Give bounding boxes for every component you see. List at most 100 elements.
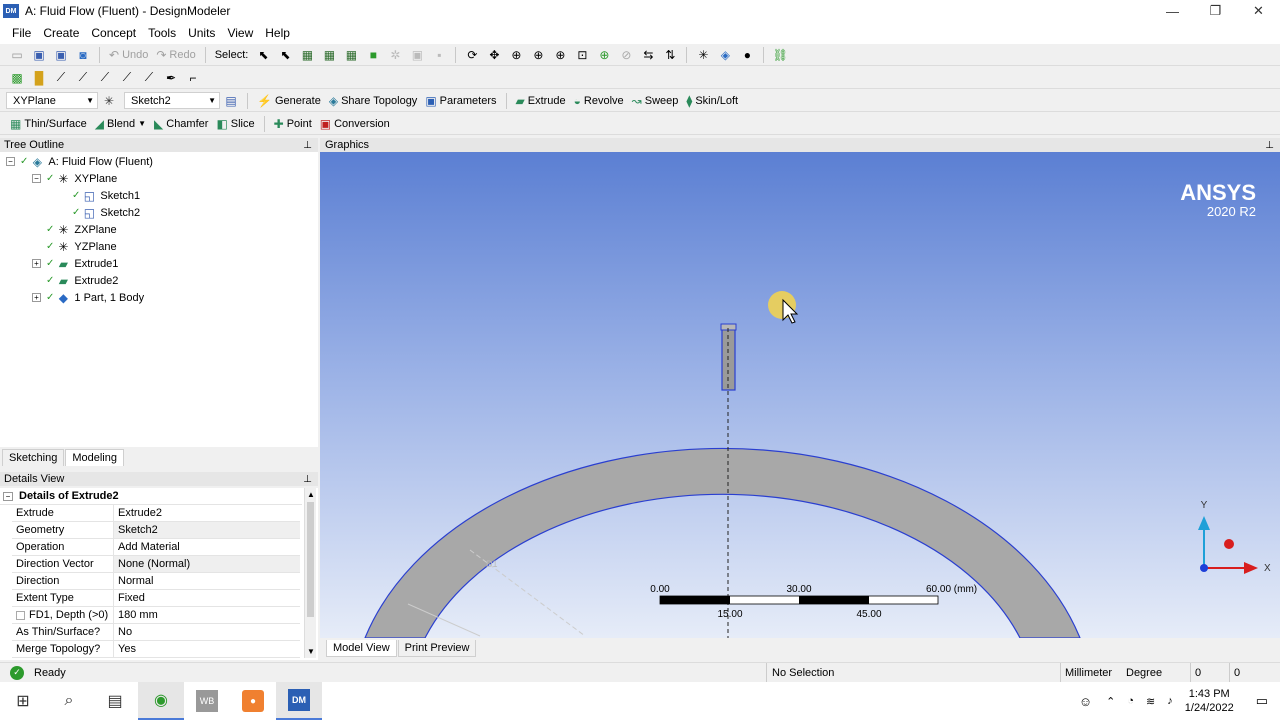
angle-units-status[interactable]: Degree bbox=[1125, 663, 1162, 682]
pin-icon[interactable]: ⊥ bbox=[1265, 140, 1274, 151]
details-value[interactable]: No bbox=[114, 624, 300, 640]
details-value[interactable]: Extrude2 bbox=[114, 505, 300, 521]
search-icon[interactable]: ⌕ bbox=[46, 682, 92, 720]
display-model-icon[interactable]: ◈ bbox=[717, 47, 733, 63]
details-row-direction[interactable]: Direction Normal bbox=[12, 573, 300, 590]
menu-view[interactable]: View bbox=[221, 26, 259, 40]
details-value[interactable]: Add Material bbox=[114, 539, 300, 555]
display-point-icon[interactable]: ● bbox=[739, 47, 755, 63]
details-value[interactable]: 180 mm bbox=[114, 607, 300, 623]
zoom-fit-icon[interactable]: ⊕ bbox=[596, 47, 612, 63]
zoom-box-icon[interactable]: ⊕ bbox=[530, 47, 546, 63]
details-row-depth[interactable]: FD1, Depth (>0) 180 mm bbox=[12, 607, 300, 624]
details-scrollbar[interactable]: ▲ ▼ bbox=[304, 488, 316, 658]
tree-item-root[interactable]: − ✓ ◈ A: Fluid Flow (Fluent) bbox=[6, 153, 153, 170]
screenshot-icon[interactable]: ◙ bbox=[75, 47, 91, 63]
tree-item-xyplane[interactable]: − ✓ ✳ XYPlane bbox=[32, 170, 117, 187]
people-icon[interactable]: ☺ bbox=[1079, 694, 1092, 709]
model-canvas[interactable]: D1 ANSYS 2020 R2 0.00 30.00 60.00 (mm) 1… bbox=[320, 152, 1280, 638]
edge-line-thin-icon[interactable]: ⟋ bbox=[97, 70, 113, 86]
conversion-button[interactable]: ▣ Conversion bbox=[320, 117, 390, 131]
details-title-row[interactable]: − Details of Extrude2 bbox=[0, 488, 302, 505]
details-row-extrude[interactable]: Extrude Extrude2 bbox=[12, 505, 300, 522]
previous-view-icon[interactable]: ⇆ bbox=[640, 47, 656, 63]
edge-coloring-icon[interactable]: █ bbox=[31, 70, 47, 86]
wifi-icon[interactable]: ≋ bbox=[1146, 695, 1155, 708]
tree-item-sketch1[interactable]: ✓ ◱ Sketch1 bbox=[72, 187, 140, 204]
menu-units[interactable]: Units bbox=[182, 26, 221, 40]
close-button[interactable]: ✕ bbox=[1237, 0, 1280, 22]
revolve-button[interactable]: ◒ Revolve bbox=[574, 94, 624, 108]
edge-line-icon[interactable]: ⟋ bbox=[53, 70, 69, 86]
sweep-button[interactable]: ↝ Sweep bbox=[632, 94, 679, 108]
select-filter-icon[interactable]: ⬉ bbox=[277, 47, 293, 63]
select-mode-icon[interactable]: ⬉ bbox=[255, 47, 271, 63]
tree-item-extrude2[interactable]: ✓ ▰ Extrude2 bbox=[46, 272, 118, 289]
designmodeler-taskbar-icon[interactable]: DM bbox=[276, 682, 322, 720]
details-row-as-thin-surface[interactable]: As Thin/Surface? No bbox=[12, 624, 300, 641]
zoom-to-fit-icon[interactable]: ⊡ bbox=[574, 47, 590, 63]
collapse-icon[interactable]: − bbox=[6, 157, 15, 166]
menu-file[interactable]: File bbox=[6, 26, 37, 40]
display-edges-icon[interactable]: ▩ bbox=[9, 70, 25, 86]
tree-item-parts[interactable]: + ✓ ◆ 1 Part, 1 Body bbox=[32, 289, 144, 306]
details-row-operation[interactable]: Operation Add Material bbox=[12, 539, 300, 556]
menu-help[interactable]: Help bbox=[259, 26, 296, 40]
edge-line-thick-icon[interactable]: ⟋ bbox=[75, 70, 91, 86]
tree-item-sketch2[interactable]: ✓ ◱ Sketch2 bbox=[72, 204, 140, 221]
scroll-down-icon[interactable]: ▼ bbox=[307, 647, 315, 656]
thin-surface-button[interactable]: ▦ Thin/Surface bbox=[10, 117, 87, 131]
details-row-geometry[interactable]: Geometry Sketch2 bbox=[12, 522, 300, 539]
task-view-icon[interactable]: ▤ bbox=[92, 682, 138, 720]
active-plane-dropdown[interactable]: XYPlane ▼ bbox=[6, 92, 98, 109]
slice-button[interactable]: ◧ Slice bbox=[216, 117, 254, 131]
recorder-app-icon[interactable]: ● bbox=[230, 682, 276, 720]
scroll-up-icon[interactable]: ▲ bbox=[307, 490, 315, 499]
new-sketch-icon[interactable]: ▤ bbox=[223, 93, 239, 109]
link-icon[interactable]: ⛓ bbox=[772, 47, 788, 63]
expand-icon[interactable]: + bbox=[32, 293, 41, 302]
clock[interactable]: 1:43 PM 1/24/2022 bbox=[1185, 687, 1234, 715]
active-sketch-dropdown[interactable]: Sketch2 ▼ bbox=[124, 92, 220, 109]
select-face-icon[interactable]: ▦ bbox=[343, 47, 359, 63]
dimension-label[interactable]: D1 bbox=[486, 559, 498, 569]
menu-create[interactable]: Create bbox=[37, 26, 85, 40]
tree-item-extrude1[interactable]: + ✓ ▰ Extrude1 bbox=[32, 255, 118, 272]
generate-button[interactable]: ⚡ Generate bbox=[257, 94, 321, 108]
extrude-button[interactable]: ▰ Extrude bbox=[516, 94, 566, 108]
collapse-icon[interactable]: − bbox=[32, 174, 41, 183]
workbench-app-icon[interactable]: WB bbox=[184, 682, 230, 720]
tab-print-preview[interactable]: Print Preview bbox=[397, 640, 477, 657]
network-icon[interactable]: ◔ bbox=[1127, 695, 1134, 707]
clear-select-icon[interactable]: ▪ bbox=[431, 47, 447, 63]
scrollbar-thumb[interactable] bbox=[307, 502, 314, 617]
details-value[interactable]: None (Normal) bbox=[114, 556, 300, 572]
extend-selection-icon[interactable]: ✲ bbox=[387, 47, 403, 63]
chamfer-button[interactable]: ◣ Chamfer bbox=[154, 117, 208, 131]
menu-tools[interactable]: Tools bbox=[142, 26, 182, 40]
edge-line-none-icon[interactable]: ⟋ bbox=[141, 70, 157, 86]
skin-loft-button[interactable]: ⧫ Skin/Loft bbox=[686, 94, 738, 108]
pan-icon[interactable]: ✥ bbox=[486, 47, 502, 63]
details-row-direction-vector[interactable]: Direction Vector None (Normal) bbox=[12, 556, 300, 573]
details-value[interactable]: Fixed bbox=[114, 590, 300, 606]
tab-modeling[interactable]: Modeling bbox=[65, 449, 124, 466]
expand-icon[interactable]: + bbox=[32, 259, 41, 268]
minimize-button[interactable]: — bbox=[1151, 0, 1194, 22]
tab-model-view[interactable]: Model View bbox=[326, 640, 397, 657]
save-as-icon[interactable]: ▣ bbox=[53, 47, 69, 63]
zoom-icon[interactable]: ⊕ bbox=[508, 47, 524, 63]
select-edge-icon[interactable]: ▦ bbox=[321, 47, 337, 63]
new-plane-icon[interactable]: ✳ bbox=[101, 93, 117, 109]
new-icon[interactable]: ▭ bbox=[9, 47, 25, 63]
redo-button[interactable]: ↷ Redo bbox=[156, 48, 195, 62]
chevron-up-icon[interactable]: ⌃ bbox=[1106, 695, 1115, 708]
box-select-icon[interactable]: ▣ bbox=[409, 47, 425, 63]
graphics-viewport[interactable]: D1 ANSYS 2020 R2 0.00 30.00 60.00 (mm) 1… bbox=[320, 152, 1280, 638]
details-value[interactable]: Normal bbox=[114, 573, 300, 589]
notifications-icon[interactable]: ▭ bbox=[1256, 693, 1268, 709]
parameters-button[interactable]: ▣ Parameters bbox=[425, 94, 496, 108]
select-body-icon[interactable]: ■ bbox=[365, 47, 381, 63]
details-row-extent-type[interactable]: Extent Type Fixed bbox=[12, 590, 300, 607]
tab-sketching[interactable]: Sketching bbox=[2, 449, 65, 466]
